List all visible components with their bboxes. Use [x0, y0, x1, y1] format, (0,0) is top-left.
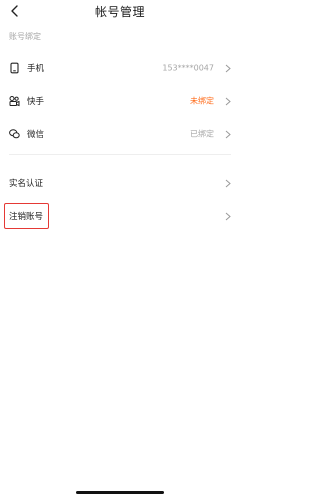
top-bar: 帐号管理 [0, 0, 240, 24]
wechat-icon [9, 129, 20, 140]
row-kuaishou-value: 未绑定 [190, 96, 214, 106]
kuaishou-icon [9, 96, 20, 107]
highlight-box [4, 203, 49, 229]
chevron-right-icon [224, 129, 232, 139]
section-divider [9, 154, 231, 155]
phone-icon [9, 62, 20, 74]
row-wechat-label: 微信 [27, 130, 45, 140]
account-management-page: 帐号管理 账号绑定 手机 153****0047 快手 未绑定 微信 已绑定 实… [0, 0, 240, 500]
chevron-right-icon [224, 63, 232, 73]
chevron-right-icon [224, 96, 232, 106]
row-kuaishou[interactable]: 快手 未绑定 [0, 86, 240, 116]
row-phone-label: 手机 [27, 64, 45, 74]
section-label-binding: 账号绑定 [9, 32, 41, 41]
row-kuaishou-label: 快手 [27, 97, 45, 107]
row-phone[interactable]: 手机 153****0047 [0, 53, 240, 83]
row-wechat[interactable]: 微信 已绑定 [0, 119, 240, 149]
home-indicator [76, 491, 164, 494]
chevron-right-icon [224, 211, 232, 221]
row-wechat-value: 已绑定 [190, 129, 214, 139]
chevron-right-icon [224, 178, 232, 188]
page-title: 帐号管理 [94, 5, 145, 19]
row-real-name-verification[interactable]: 实名认证 [0, 168, 240, 198]
row-real-name-label: 实名认证 [9, 179, 44, 189]
row-phone-value: 153****0047 [162, 63, 214, 73]
